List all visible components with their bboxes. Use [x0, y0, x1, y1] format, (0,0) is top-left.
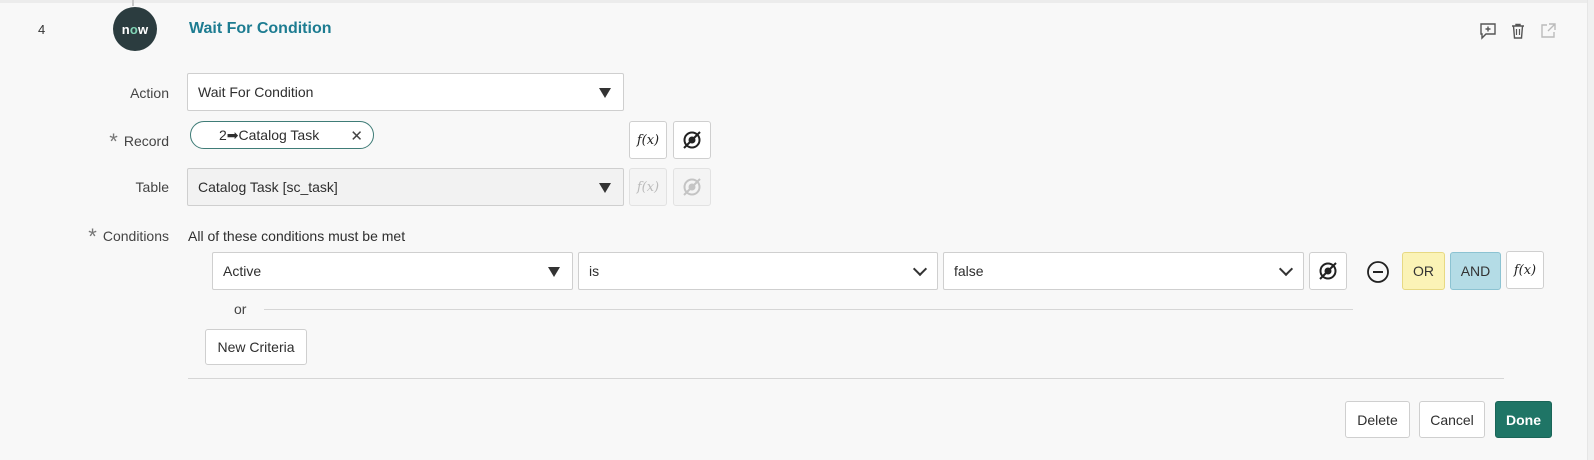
data-pill-picker-icon	[1319, 262, 1337, 280]
conditions-description: All of these conditions must be met	[188, 228, 406, 244]
condition-fx-button[interactable]: f(x)	[1506, 251, 1544, 289]
and-button[interactable]: AND	[1450, 252, 1501, 290]
fx-icon: f(x)	[636, 132, 660, 148]
record-pill[interactable]: 2➡Catalog Task ✕	[190, 121, 374, 149]
action-select[interactable]: Wait For Condition	[187, 73, 624, 111]
table-select-value: Catalog Task [sc_task]	[198, 179, 338, 195]
record-pill-text: 2➡Catalog Task	[219, 126, 320, 143]
remove-pill-icon[interactable]: ✕	[350, 127, 363, 145]
or-separator-line	[264, 309, 1353, 310]
delete-button[interactable]: Delete	[1345, 401, 1410, 438]
caret-down-icon	[599, 183, 611, 193]
scrollbar[interactable]	[1587, 0, 1594, 460]
action-label: Action	[130, 85, 169, 101]
record-data-pill-picker-button[interactable]	[673, 121, 711, 159]
record-fx-button[interactable]: f(x)	[629, 121, 667, 159]
chevron-down-icon	[912, 261, 928, 277]
fx-icon: f(x)	[636, 179, 660, 195]
done-button[interactable]: Done	[1495, 401, 1552, 438]
record-label: * Record	[109, 129, 169, 155]
action-select-value: Wait For Condition	[198, 84, 314, 100]
cancel-button[interactable]: Cancel	[1419, 401, 1485, 438]
step-title[interactable]: Wait For Condition	[189, 20, 331, 38]
table-select[interactable]: Catalog Task [sc_task]	[187, 168, 624, 206]
condition-operator-value: is	[589, 263, 600, 279]
servicenow-logo-icon: now	[113, 7, 157, 51]
condition-data-pill-picker-button[interactable]	[1309, 252, 1347, 290]
step-number: 4	[38, 22, 46, 37]
caret-down-icon	[599, 88, 611, 98]
or-button[interactable]: OR	[1402, 252, 1445, 290]
popout-icon[interactable]	[1538, 21, 1558, 41]
top-border	[0, 0, 1594, 6]
trash-icon[interactable]	[1508, 21, 1528, 41]
chevron-down-icon	[1278, 261, 1294, 277]
conditions-label: * Conditions	[88, 224, 169, 250]
data-pill-picker-icon	[683, 131, 701, 149]
fx-icon: f(x)	[1513, 262, 1537, 278]
condition-field-value: Active	[223, 263, 262, 279]
table-data-pill-picker-button	[673, 168, 711, 206]
condition-field-select[interactable]: Active	[212, 252, 573, 290]
section-divider	[188, 378, 1504, 379]
caret-down-icon	[548, 267, 560, 277]
or-separator-label: or	[234, 301, 247, 317]
table-fx-button: f(x)	[629, 168, 667, 206]
table-label: Table	[135, 179, 169, 195]
condition-value-select[interactable]: false	[943, 252, 1304, 290]
remove-condition-icon[interactable]	[1366, 260, 1390, 284]
new-criteria-button[interactable]: New Criteria	[205, 329, 307, 365]
condition-value-value: false	[954, 263, 984, 279]
condition-operator-select[interactable]: is	[578, 252, 938, 290]
add-comment-icon[interactable]	[1478, 21, 1498, 41]
data-pill-picker-icon	[683, 178, 701, 196]
required-asterisk-icon: *	[109, 129, 118, 155]
required-asterisk-icon: *	[88, 224, 97, 250]
